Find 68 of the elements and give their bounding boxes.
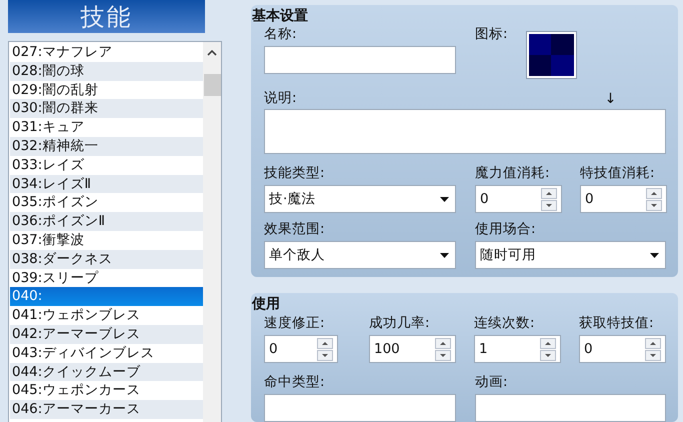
field-label: 名称: — [264, 25, 298, 43]
name-field[interactable] — [264, 46, 456, 74]
field-label: 效果范围: — [264, 220, 326, 238]
number-field[interactable]: 0 — [264, 335, 338, 363]
list-item[interactable]: 036:ポイズンⅡ — [10, 212, 203, 231]
list-item[interactable]: 038:ダークネス — [10, 250, 203, 269]
section-title: 基本设置 — [252, 7, 309, 25]
header-title: 技能 — [80, 2, 132, 32]
field-label: 魔力值消耗: — [475, 164, 551, 182]
caret-icon — [650, 253, 659, 258]
field-label: 连续次数: — [474, 314, 536, 332]
field-label: 获取特技值: — [579, 314, 655, 332]
description-field[interactable] — [264, 109, 666, 154]
list-item[interactable]: 044:クイックムーブ — [10, 362, 203, 382]
spin-down-icon[interactable] — [646, 200, 662, 211]
field-label: 成功几率: — [369, 314, 431, 332]
section-title: 使用 — [252, 295, 281, 313]
number-field[interactable]: 0 — [580, 185, 667, 213]
list-item[interactable]: 046:アーマーカース — [10, 400, 203, 419]
field-label: 说明: — [264, 89, 297, 107]
field-label: 技能类型: — [264, 164, 326, 182]
field-label: 特技值消耗: — [580, 164, 656, 182]
list-item[interactable]: 042:アーマーブレス — [10, 324, 203, 344]
list-item[interactable]: 035:ポイズン — [10, 193, 203, 212]
list-item[interactable]: 032:精神統一 — [10, 136, 203, 156]
scroll-thumb[interactable] — [204, 74, 220, 96]
caret-icon — [440, 253, 449, 258]
field-label: 动画: — [475, 373, 509, 391]
number-field[interactable]: 100 — [369, 335, 456, 363]
list-item[interactable]: 030:闇の群来 — [10, 99, 203, 118]
list-item[interactable]: 043:ディバインブレス — [10, 344, 203, 363]
spin-up-icon[interactable] — [646, 188, 662, 199]
list-item[interactable]: 033:レイズ — [10, 156, 203, 175]
spin-down-icon[interactable] — [317, 350, 333, 361]
arrow-mark: ↓ — [604, 91, 616, 107]
list-item[interactable]: 040: — [10, 287, 203, 306]
caret-icon — [440, 197, 449, 202]
spin-up-icon[interactable] — [317, 338, 333, 349]
field-label: 使用场合: — [475, 220, 537, 238]
spin-down-icon[interactable] — [541, 200, 557, 211]
list-item[interactable]: 034:レイズⅡ — [10, 174, 203, 194]
occasion-dropdown[interactable]: 随时可用 — [475, 241, 666, 269]
field-label: 图标: — [475, 25, 508, 43]
number-field[interactable]: 0 — [475, 185, 562, 213]
number-field[interactable]: 1 — [474, 335, 561, 363]
list-item[interactable]: 031:キュア — [10, 118, 203, 137]
scroll-up-icon[interactable] — [207, 50, 217, 56]
number-field[interactable]: 0 — [579, 335, 666, 363]
list-item[interactable]: 028:闇の球 — [10, 62, 203, 81]
spin-up-icon[interactable] — [540, 338, 556, 349]
spin-down-icon[interactable] — [645, 350, 661, 361]
spin-up-icon[interactable] — [541, 188, 557, 199]
spin-up-icon[interactable] — [435, 338, 451, 349]
skill-type-dropdown[interactable]: 技·魔法 — [264, 185, 456, 213]
field-label: 命中类型: — [264, 373, 326, 391]
spin-up-icon[interactable] — [645, 338, 661, 349]
list-item[interactable]: 041:ウェポンブレス — [10, 306, 203, 325]
list-item[interactable]: 045:ウェポンカース — [10, 381, 203, 400]
scope-dropdown[interactable]: 单个敌人 — [264, 241, 456, 269]
scrollbar[interactable] — [203, 42, 221, 422]
field-label: 速度修正: — [264, 314, 326, 332]
spin-down-icon[interactable] — [540, 350, 556, 361]
list-item[interactable]: 029:闇の乱射 — [10, 80, 203, 100]
list-item[interactable]: 037:衝撃波 — [10, 230, 203, 250]
spin-down-icon[interactable] — [435, 350, 451, 361]
checker-icon[interactable] — [526, 31, 577, 79]
list-item[interactable]: 039:スリープ — [10, 268, 203, 288]
list-item[interactable]: 027:マナフレア — [10, 43, 203, 62]
